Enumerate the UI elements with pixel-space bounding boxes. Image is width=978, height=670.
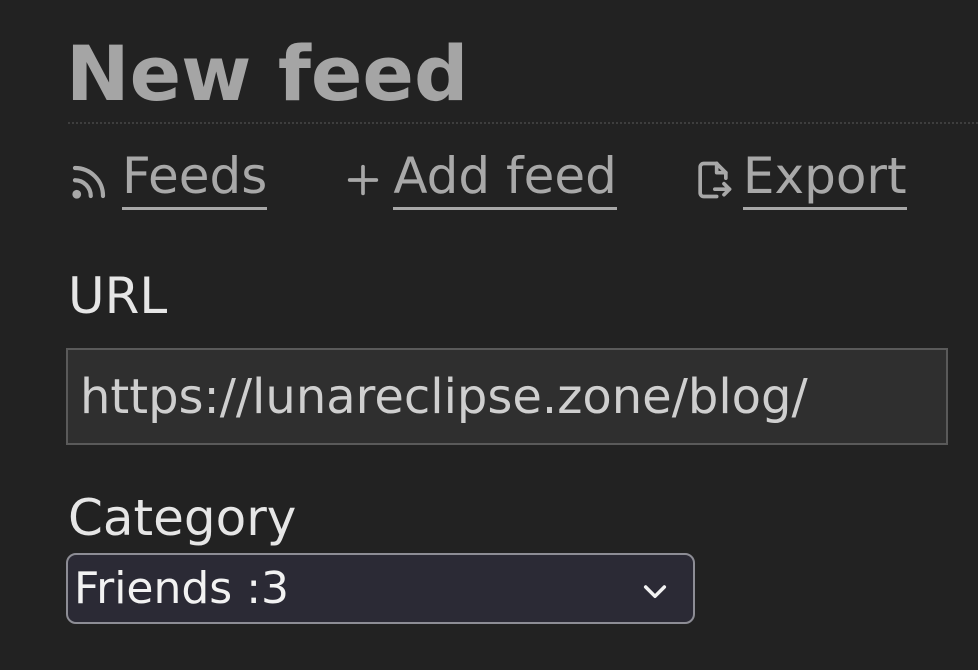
add-feed-link[interactable]: Add feed xyxy=(343,146,617,210)
category-label: Category xyxy=(68,489,297,547)
feed-nav: Feeds Add feed Export xyxy=(68,146,907,210)
rss-icon xyxy=(68,161,110,203)
category-select[interactable]: Friends :3 xyxy=(66,553,695,624)
new-feed-page: New feed Feeds Add feed Export URL https… xyxy=(0,0,978,670)
feeds-link[interactable]: Feeds xyxy=(68,146,268,210)
url-label: URL xyxy=(68,267,168,325)
feeds-link-label: Feeds xyxy=(122,146,268,210)
title-divider xyxy=(68,122,978,124)
url-input[interactable] xyxy=(66,348,948,445)
plus-icon xyxy=(343,160,383,200)
category-selected-value: Friends :3 xyxy=(74,562,290,614)
add-feed-link-label: Add feed xyxy=(393,146,617,210)
file-export-icon xyxy=(691,158,735,202)
export-link-label: Export xyxy=(742,146,907,210)
page-title: New feed xyxy=(66,29,469,118)
chevron-down-icon xyxy=(639,575,671,607)
export-link[interactable]: Export xyxy=(691,146,907,210)
